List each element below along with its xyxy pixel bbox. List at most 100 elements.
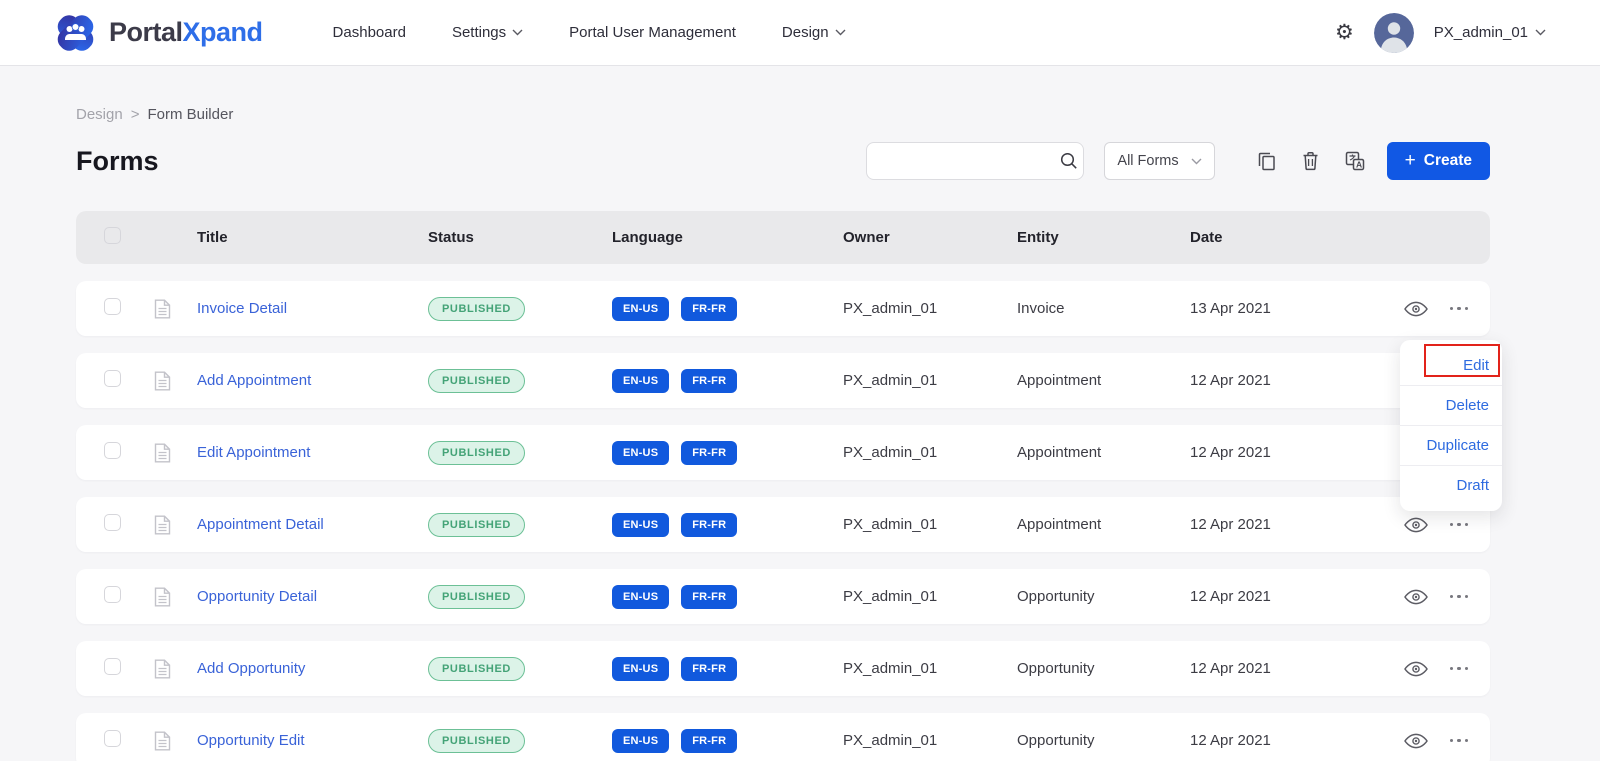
- language-badge: EN-US: [612, 513, 669, 537]
- table-row: Add Opportunity PUBLISHED EN-USFR-FR PX_…: [76, 641, 1490, 696]
- chevron-down-icon: [835, 29, 846, 36]
- search-box: [866, 142, 1084, 180]
- ellipsis-menu-icon[interactable]: [1450, 303, 1469, 315]
- toolbar-actions: All Forms A + Create: [866, 142, 1490, 180]
- gear-icon[interactable]: ⚙: [1335, 22, 1354, 43]
- page-toolbar: Forms All Forms A: [76, 139, 1490, 183]
- row-checkbox[interactable]: [104, 730, 121, 747]
- date-cell: 12 Apr 2021: [1190, 732, 1339, 749]
- table-header: Title Status Language Owner Entity Date: [76, 211, 1490, 264]
- context-menu-delete[interactable]: Delete: [1400, 386, 1502, 425]
- row-checkbox[interactable]: [104, 442, 121, 459]
- document-icon: [154, 371, 197, 391]
- row-checkbox[interactable]: [104, 298, 121, 315]
- nav-right-section: ⚙ PX_admin_01: [1335, 13, 1546, 53]
- document-icon: [154, 659, 197, 679]
- context-menu-edit[interactable]: Edit: [1400, 346, 1502, 385]
- form-title-link[interactable]: Opportunity Edit: [197, 732, 305, 749]
- search-icon[interactable]: [1060, 152, 1078, 170]
- ellipsis-menu-icon[interactable]: [1450, 735, 1469, 747]
- breadcrumb-design[interactable]: Design: [76, 106, 123, 123]
- language-badge: FR-FR: [681, 513, 737, 537]
- entity-cell: Appointment: [1017, 516, 1190, 533]
- ellipsis-menu-icon[interactable]: [1450, 519, 1469, 531]
- column-header-owner: Owner: [843, 229, 1017, 246]
- nav-item-design[interactable]: Design: [782, 24, 846, 41]
- form-title-link[interactable]: Add Opportunity: [197, 660, 305, 677]
- form-title-link[interactable]: Edit Appointment: [197, 444, 310, 461]
- row-checkbox[interactable]: [104, 370, 121, 387]
- language-badge: EN-US: [612, 729, 669, 753]
- row-checkbox[interactable]: [104, 658, 121, 675]
- brand-logo[interactable]: PortalXpand: [52, 10, 263, 56]
- entity-cell: Opportunity: [1017, 732, 1190, 749]
- status-badge: PUBLISHED: [428, 369, 525, 393]
- status-badge: PUBLISHED: [428, 729, 525, 753]
- translate-icon[interactable]: A: [1345, 151, 1365, 171]
- owner-cell: PX_admin_01: [843, 732, 1017, 749]
- document-icon: [154, 731, 197, 751]
- preview-eye-icon[interactable]: [1404, 733, 1428, 749]
- date-cell: 12 Apr 2021: [1190, 444, 1339, 461]
- ellipsis-menu-icon[interactable]: [1450, 663, 1469, 675]
- preview-eye-icon[interactable]: [1404, 301, 1428, 317]
- chevron-down-icon: [1191, 158, 1202, 165]
- user-avatar[interactable]: [1374, 13, 1414, 53]
- preview-eye-icon[interactable]: [1404, 661, 1428, 677]
- nav-item-dashboard[interactable]: Dashboard: [333, 24, 406, 41]
- chevron-down-icon: [1535, 29, 1546, 36]
- form-title-link[interactable]: Appointment Detail: [197, 516, 324, 533]
- language-badge: EN-US: [612, 441, 669, 465]
- breadcrumb-separator: >: [131, 106, 140, 123]
- entity-cell: Opportunity: [1017, 660, 1190, 677]
- form-title-link[interactable]: Invoice Detail: [197, 300, 287, 317]
- search-input[interactable]: [879, 153, 1060, 169]
- row-checkbox[interactable]: [104, 586, 121, 603]
- table-row: Opportunity Edit PUBLISHED EN-USFR-FR PX…: [76, 713, 1490, 761]
- context-menu-duplicate[interactable]: Duplicate: [1400, 426, 1502, 465]
- status-badge: PUBLISHED: [428, 513, 525, 537]
- language-badge: EN-US: [612, 585, 669, 609]
- nav-item-settings[interactable]: Settings: [452, 24, 523, 41]
- ellipsis-menu-icon[interactable]: [1450, 591, 1469, 603]
- user-menu[interactable]: PX_admin_01: [1434, 24, 1546, 41]
- preview-eye-icon[interactable]: [1404, 517, 1428, 533]
- form-title-link[interactable]: Add Appointment: [197, 372, 311, 389]
- row-checkbox[interactable]: [104, 514, 121, 531]
- page-title: Forms: [76, 146, 159, 177]
- column-header-language: Language: [612, 229, 843, 246]
- owner-cell: PX_admin_01: [843, 372, 1017, 389]
- status-badge: PUBLISHED: [428, 657, 525, 681]
- status-badge: PUBLISHED: [428, 585, 525, 609]
- column-header-date: Date: [1190, 229, 1339, 246]
- status-badge: PUBLISHED: [428, 441, 525, 465]
- status-badge: PUBLISHED: [428, 297, 525, 321]
- column-header-entity: Entity: [1017, 229, 1190, 246]
- trash-icon[interactable]: [1302, 151, 1319, 171]
- copy-icon[interactable]: [1257, 151, 1276, 171]
- table-row: Appointment Detail PUBLISHED EN-USFR-FR …: [76, 497, 1490, 552]
- language-badge: FR-FR: [681, 657, 737, 681]
- context-menu-draft[interactable]: Draft: [1400, 466, 1502, 505]
- date-cell: 12 Apr 2021: [1190, 660, 1339, 677]
- document-icon: [154, 587, 197, 607]
- table-row: Invoice Detail PUBLISHED EN-USFR-FR PX_a…: [76, 281, 1490, 336]
- create-button[interactable]: + Create: [1387, 142, 1490, 180]
- form-title-link[interactable]: Opportunity Detail: [197, 588, 317, 605]
- date-cell: 12 Apr 2021: [1190, 588, 1339, 605]
- owner-cell: PX_admin_01: [843, 516, 1017, 533]
- column-header-status: Status: [428, 229, 612, 246]
- language-badge: EN-US: [612, 369, 669, 393]
- breadcrumb: Design > Form Builder: [76, 106, 1490, 123]
- main-nav: Dashboard Settings Portal User Managemen…: [333, 24, 846, 41]
- preview-eye-icon[interactable]: [1404, 589, 1428, 605]
- document-icon: [154, 443, 197, 463]
- nav-item-portal-user-management[interactable]: Portal User Management: [569, 24, 736, 41]
- date-cell: 12 Apr 2021: [1190, 516, 1339, 533]
- owner-cell: PX_admin_01: [843, 300, 1017, 317]
- breadcrumb-form-builder: Form Builder: [147, 106, 233, 123]
- select-all-checkbox[interactable]: [104, 227, 121, 244]
- table-row: Opportunity Detail PUBLISHED EN-USFR-FR …: [76, 569, 1490, 624]
- forms-filter-dropdown[interactable]: All Forms: [1104, 142, 1214, 180]
- owner-cell: PX_admin_01: [843, 444, 1017, 461]
